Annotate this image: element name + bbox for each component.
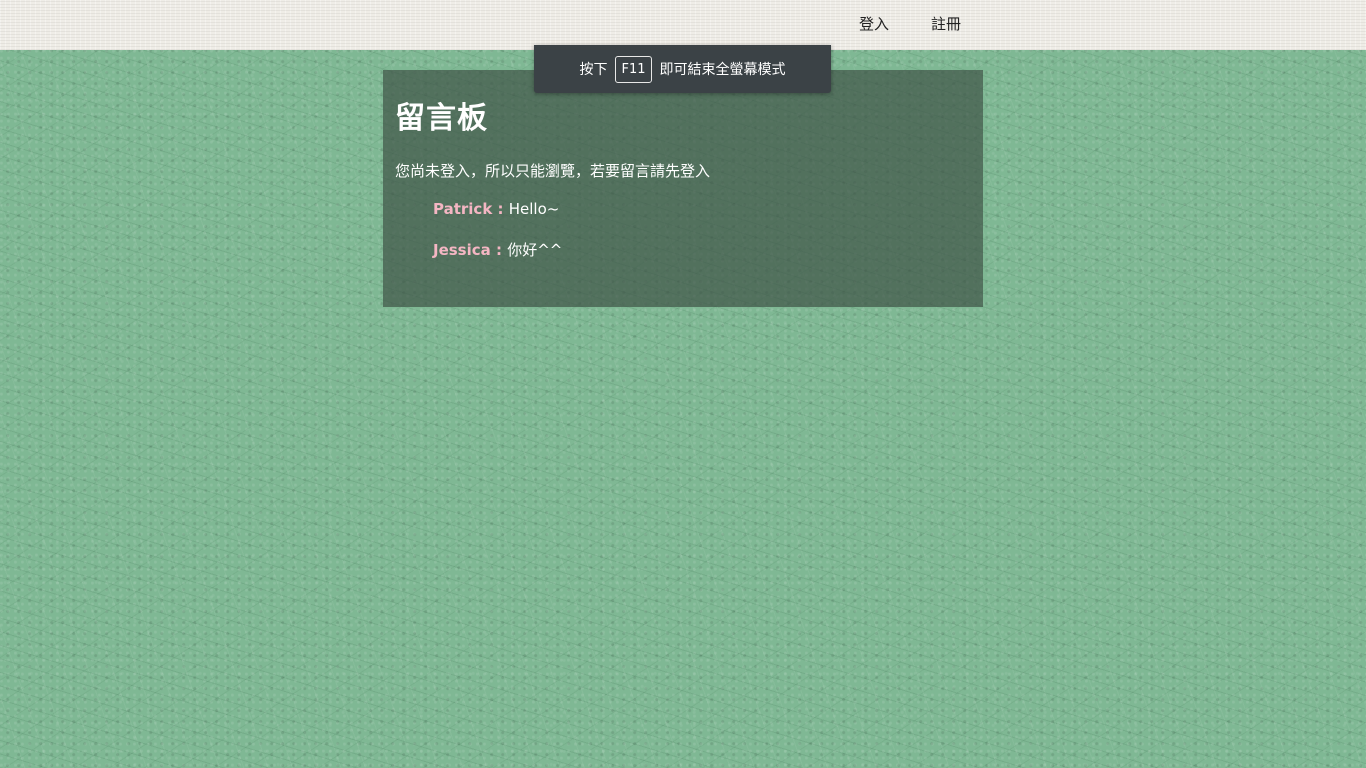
top-nav-bar: 登入 註冊 — [0, 0, 1366, 50]
page-title: 留言板 — [395, 101, 488, 136]
message-text: 你好^^ — [507, 241, 563, 259]
f11-key-badge: F11 — [615, 55, 652, 83]
list-item: Jessica : 你好^^ — [433, 241, 971, 259]
message-board-panel: 留言板 您尚未登入，所以只能瀏覽，若要留言請先登入 Patrick : Hell… — [383, 70, 983, 307]
list-item: Patrick : Hello~ — [433, 200, 971, 218]
toast-prefix: 按下 — [579, 62, 608, 78]
login-notice: 您尚未登入，所以只能瀏覽，若要留言請先登入 — [395, 162, 711, 180]
fullscreen-exit-toast: 按下 F11 即可結束全螢幕模式 — [534, 45, 831, 93]
message-author: Patrick — [433, 200, 493, 218]
message-list: Patrick : Hello~ Jessica : 你好^^ — [395, 200, 971, 259]
register-link[interactable]: 註冊 — [931, 13, 961, 34]
login-link[interactable]: 登入 — [859, 13, 889, 34]
message-separator: : — [490, 241, 508, 259]
message-text: Hello~ — [508, 200, 560, 218]
message-author: Jessica — [433, 241, 491, 259]
toast-suffix: 即可結束全螢幕模式 — [659, 62, 786, 78]
message-separator: : — [492, 200, 509, 218]
